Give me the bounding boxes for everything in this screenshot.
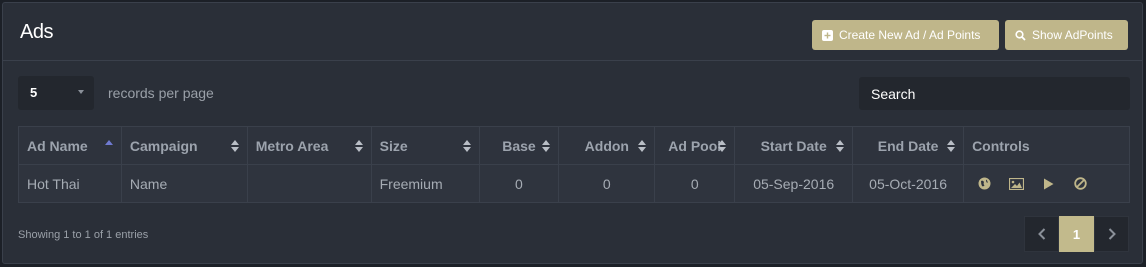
cell-ad-name: Hot Thai bbox=[18, 164, 122, 203]
search-input[interactable] bbox=[859, 77, 1130, 110]
show-adpoints-button[interactable]: Show AdPoints bbox=[1005, 20, 1128, 50]
chevron-left-icon bbox=[1037, 228, 1045, 240]
create-ad-button[interactable]: Create New Ad / Ad Points bbox=[812, 20, 999, 50]
cell-base: 0 bbox=[478, 164, 560, 203]
prev-page-button[interactable] bbox=[1024, 216, 1059, 252]
cell-ad-pool: 0 bbox=[654, 164, 736, 203]
cell-campaign: Name bbox=[120, 164, 248, 203]
table-header-row: Ad Name Campaign Metro Area Size Base Ad… bbox=[18, 126, 1130, 165]
pagination: 1 bbox=[1024, 216, 1129, 252]
sort-asc-icon bbox=[104, 140, 113, 152]
sort-icon bbox=[638, 140, 647, 152]
cell-start-date: 05-Sep-2016 bbox=[734, 164, 854, 203]
sort-icon bbox=[718, 140, 727, 152]
plus-square-icon bbox=[822, 29, 833, 41]
cell-size: Freemium bbox=[370, 164, 480, 203]
column-header-addon[interactable]: Addon bbox=[558, 126, 656, 165]
column-header-size[interactable]: Size bbox=[370, 126, 480, 165]
cell-controls bbox=[963, 164, 1130, 203]
page-button-current[interactable]: 1 bbox=[1059, 216, 1094, 252]
sort-icon bbox=[542, 140, 551, 152]
records-per-page-select[interactable]: 5 bbox=[18, 76, 94, 110]
sort-icon bbox=[836, 140, 845, 152]
column-header-end-date[interactable]: End Date bbox=[852, 126, 965, 165]
column-header-ad-name[interactable]: Ad Name bbox=[18, 126, 122, 165]
records-per-page-value: 5 bbox=[30, 85, 38, 100]
next-page-button[interactable] bbox=[1094, 216, 1129, 252]
sort-icon bbox=[462, 140, 471, 152]
column-header-campaign[interactable]: Campaign bbox=[120, 126, 248, 165]
globe-icon[interactable] bbox=[976, 176, 992, 192]
ban-icon[interactable] bbox=[1072, 176, 1088, 192]
ads-panel: Ads Create New Ad / Ad Points Show AdPoi… bbox=[2, 2, 1143, 264]
caret-down-icon bbox=[78, 90, 84, 94]
records-per-page-label: records per page bbox=[108, 85, 214, 101]
column-header-base[interactable]: Base bbox=[478, 126, 560, 165]
image-icon[interactable] bbox=[1008, 176, 1024, 192]
play-icon[interactable] bbox=[1040, 176, 1056, 192]
cell-metro-area bbox=[246, 164, 372, 203]
show-adpoints-label: Show AdPoints bbox=[1032, 28, 1113, 42]
column-header-ad-pool[interactable]: Ad Pool bbox=[654, 126, 736, 165]
cell-addon: 0 bbox=[558, 164, 656, 203]
sort-icon bbox=[230, 140, 239, 152]
table-row: Hot Thai Name Freemium 0 0 0 05-Sep-2016… bbox=[18, 164, 1130, 203]
sort-icon bbox=[354, 140, 363, 152]
page-title: Ads bbox=[20, 21, 53, 43]
create-ad-label: Create New Ad / Ad Points bbox=[839, 28, 981, 42]
panel-header: Ads Create New Ad / Ad Points Show AdPoi… bbox=[3, 3, 1142, 61]
cell-end-date: 05-Oct-2016 bbox=[852, 164, 965, 203]
ads-table: Ad Name Campaign Metro Area Size Base Ad… bbox=[18, 126, 1130, 203]
chevron-right-icon bbox=[1108, 228, 1116, 240]
column-header-start-date[interactable]: Start Date bbox=[734, 126, 854, 165]
sort-icon bbox=[947, 140, 956, 152]
table-info: Showing 1 to 1 of 1 entries bbox=[18, 229, 149, 241]
search-icon bbox=[1015, 29, 1026, 41]
column-header-metro-area[interactable]: Metro Area bbox=[246, 126, 372, 165]
column-header-controls: Controls bbox=[963, 126, 1130, 165]
